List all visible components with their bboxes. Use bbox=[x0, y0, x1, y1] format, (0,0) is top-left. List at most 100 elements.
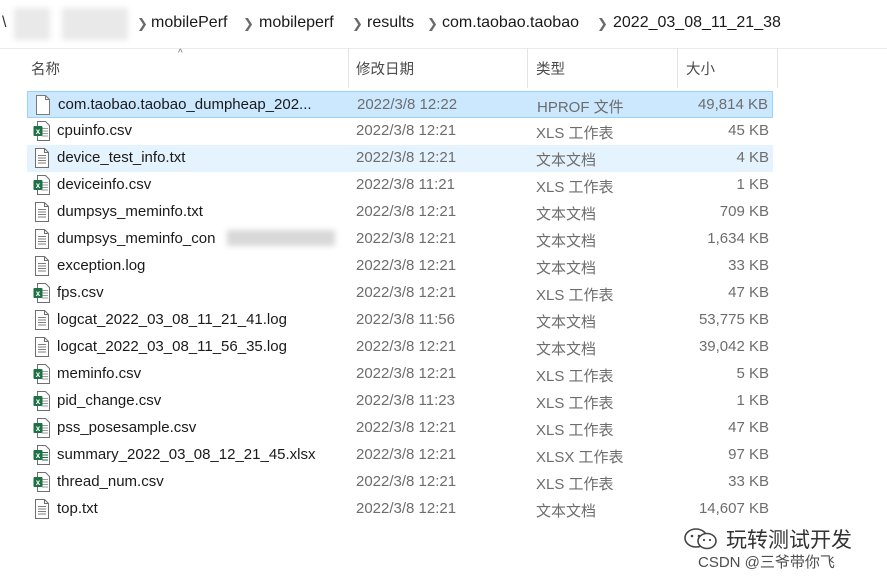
breadcrumb-item-mobileperf[interactable]: mobilePerf bbox=[151, 14, 227, 32]
file-type: 文本文档 bbox=[536, 503, 597, 520]
chevron-right-icon[interactable]: ❯ bbox=[137, 16, 148, 32]
svg-text:x: x bbox=[36, 397, 41, 406]
column-header-type[interactable]: 类型 bbox=[536, 58, 565, 79]
column-divider[interactable] bbox=[348, 48, 349, 88]
file-row[interactable]: com.taobao.taobao_dumpheap_202... 2022/3/… bbox=[27, 91, 773, 118]
column-header-size[interactable]: 大小 bbox=[686, 58, 715, 79]
file-name: exception.log bbox=[57, 257, 146, 274]
file-type: XLS 工作表 bbox=[536, 287, 614, 304]
file-row[interactable]: dumpsys_meminfo.txt 2022/3/8 12:21 文本文档 709… bbox=[27, 199, 773, 226]
file-modified-date: 2022/3/8 12:21 bbox=[356, 419, 457, 436]
file-name: cpuinfo.csv bbox=[57, 122, 133, 139]
column-divider[interactable] bbox=[777, 48, 778, 88]
svg-text:x: x bbox=[36, 181, 41, 190]
chevron-right-icon[interactable]: ❯ bbox=[243, 16, 254, 32]
csv-file-icon: x bbox=[33, 364, 51, 384]
file-row[interactable]: x summary_2022_03_08_12_21_45.xlsx 2022/3/… bbox=[27, 442, 773, 469]
file-row[interactable]: top.txt 2022/3/8 12:21 文本文档 14,607 KB bbox=[27, 496, 773, 523]
column-header-date[interactable]: 修改日期 bbox=[356, 58, 414, 79]
file-type: 文本文档 bbox=[536, 206, 597, 223]
file-row[interactable]: x thread_num.csv 2022/3/8 12:21 XLS 工作表 33 K… bbox=[27, 469, 773, 496]
breadcrumb-item-session[interactable]: 2022_03_08_11_21_38 bbox=[613, 14, 781, 32]
csv-file-icon: x bbox=[33, 175, 51, 195]
file-name: pid_change.csv bbox=[57, 392, 162, 409]
file-name: thread_num.csv bbox=[57, 473, 164, 490]
chevron-right-icon[interactable]: ❯ bbox=[352, 16, 363, 32]
file-modified-date: 2022/3/8 12:21 bbox=[356, 473, 457, 490]
file-modified-date: 2022/3/8 11:56 bbox=[356, 311, 455, 328]
breadcrumb-item-results[interactable]: results bbox=[367, 14, 414, 32]
svg-text:x: x bbox=[36, 451, 41, 460]
file-type: XLS 工作表 bbox=[536, 422, 614, 439]
breadcrumb-item-package[interactable]: com.taobao.taobao bbox=[442, 14, 579, 32]
file-row[interactable]: logcat_2022_03_08_11_21_41.log 2022/3/8 1… bbox=[27, 307, 773, 334]
file-size: 1 KB bbox=[736, 176, 769, 193]
svg-text:x: x bbox=[36, 289, 41, 298]
file-modified-date: 2022/3/8 11:21 bbox=[356, 176, 455, 193]
file-size: 97 KB bbox=[728, 446, 769, 463]
file-row[interactable]: x pid_change.csv 2022/3/8 11:23 XLS 工作表 1 KB bbox=[27, 388, 773, 415]
file-size: 47 KB bbox=[728, 419, 769, 436]
file-name: fps.csv bbox=[57, 284, 104, 301]
csv-file-icon: x bbox=[33, 391, 51, 411]
file-size: 709 KB bbox=[719, 203, 769, 220]
file-modified-date: 2022/3/8 12:21 bbox=[356, 365, 457, 382]
file-row[interactable]: dumpsys_meminfo_con 2022/3/8 12:21 文本文档 1,6… bbox=[27, 226, 773, 253]
file-name: pss_posesample.csv bbox=[57, 419, 197, 436]
breadcrumb-lead: \ bbox=[2, 14, 7, 31]
file-name: logcat_2022_03_08_11_56_35.log bbox=[57, 338, 287, 355]
redacted-path-segment bbox=[62, 8, 128, 40]
file-size: 1 KB bbox=[736, 392, 769, 409]
file-modified-date: 2022/3/8 12:21 bbox=[356, 230, 457, 247]
file-name: dumpsys_meminfo.txt bbox=[57, 203, 203, 220]
text-file-icon bbox=[33, 310, 51, 330]
file-type: XLS 工作表 bbox=[536, 179, 614, 196]
text-file-icon bbox=[33, 256, 51, 276]
file-row[interactable]: x fps.csv 2022/3/8 12:21 XLS 工作表 47 KB bbox=[27, 280, 773, 307]
file-type: 文本文档 bbox=[536, 260, 597, 277]
sort-ascending-icon: ^ bbox=[178, 48, 183, 59]
file-row[interactable]: device_test_info.txt 2022/3/8 12:21 文本文档 4 … bbox=[27, 145, 773, 172]
file-size: 33 KB bbox=[728, 473, 769, 490]
chevron-right-icon[interactable]: ❯ bbox=[427, 16, 438, 32]
file-name: meminfo.csv bbox=[57, 365, 142, 382]
csv-file-icon: x bbox=[33, 121, 51, 141]
file-modified-date: 2022/3/8 11:23 bbox=[356, 392, 455, 409]
chevron-right-icon[interactable]: ❯ bbox=[597, 16, 608, 32]
file-modified-date: 2022/3/8 12:21 bbox=[356, 500, 457, 517]
file-row[interactable]: exception.log 2022/3/8 12:21 文本文档 33 KB bbox=[27, 253, 773, 280]
file-modified-date: 2022/3/8 12:21 bbox=[356, 149, 457, 166]
file-row[interactable]: x pss_posesample.csv 2022/3/8 12:21 XLS 工作表… bbox=[27, 415, 773, 442]
file-name: device_test_info.txt bbox=[57, 149, 186, 166]
redacted-filename-segment bbox=[227, 230, 335, 246]
xlsx-file-icon: x bbox=[33, 445, 51, 465]
text-file-icon bbox=[33, 229, 51, 249]
file-size: 5 KB bbox=[736, 365, 769, 382]
svg-text:x: x bbox=[36, 127, 41, 136]
file-row[interactable]: logcat_2022_03_08_11_56_35.log 2022/3/8 1… bbox=[27, 334, 773, 361]
wechat-logo-icon bbox=[684, 528, 717, 550]
file-row[interactable]: x deviceinfo.csv 2022/3/8 11:21 XLS 工作表 1 KB bbox=[27, 172, 773, 199]
file-modified-date: 2022/3/8 12:21 bbox=[356, 446, 457, 463]
file-modified-date: 2022/3/8 12:21 bbox=[356, 257, 457, 274]
column-divider[interactable] bbox=[527, 48, 528, 88]
csv-file-icon: x bbox=[33, 283, 51, 303]
file-name: logcat_2022_03_08_11_21_41.log bbox=[57, 311, 287, 328]
file-size: 14,607 KB bbox=[698, 500, 769, 517]
file-type: 文本文档 bbox=[536, 233, 597, 250]
breadcrumb-item-mobileperf-2[interactable]: mobileperf bbox=[259, 14, 334, 32]
blank-file-icon bbox=[34, 95, 52, 115]
file-name: dumpsys_meminfo_con bbox=[57, 230, 216, 247]
file-size: 45 KB bbox=[728, 122, 769, 139]
file-row[interactable]: x cpuinfo.csv 2022/3/8 12:21 XLS 工作表 45 KB bbox=[27, 118, 773, 145]
file-type: HPROF 文件 bbox=[537, 99, 624, 116]
text-file-icon bbox=[33, 337, 51, 357]
file-size: 4 KB bbox=[736, 149, 769, 166]
file-row[interactable]: x meminfo.csv 2022/3/8 12:21 XLS 工作表 5 KB bbox=[27, 361, 773, 388]
file-size: 47 KB bbox=[728, 284, 769, 301]
watermark-credit: CSDN @三爷带你飞 bbox=[698, 554, 835, 571]
column-header-name[interactable]: 名称 bbox=[31, 58, 60, 79]
file-size: 53,775 KB bbox=[698, 311, 769, 328]
file-modified-date: 2022/3/8 12:21 bbox=[356, 122, 457, 139]
column-divider[interactable] bbox=[677, 48, 678, 88]
